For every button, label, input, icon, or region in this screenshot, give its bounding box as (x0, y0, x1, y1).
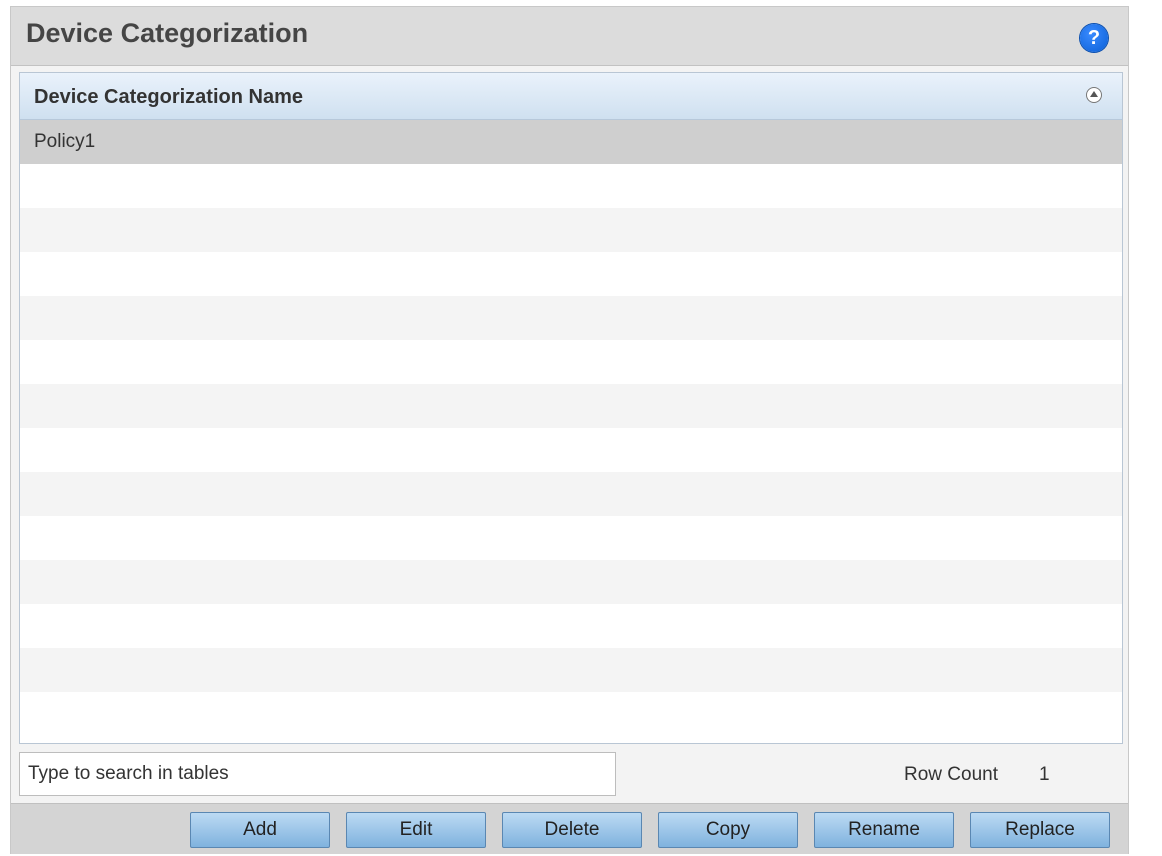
delete-button[interactable]: Delete (502, 812, 642, 848)
table-row[interactable]: Policy1 (20, 120, 1122, 164)
row-count-label: Row Count (904, 764, 998, 785)
table-header: Device Categorization Name (20, 73, 1122, 120)
add-button[interactable]: Add (190, 812, 330, 848)
row-count-value: 1 (1039, 764, 1050, 785)
empty-row (20, 604, 1122, 648)
help-icon[interactable]: ? (1080, 24, 1108, 52)
empty-row (20, 516, 1122, 560)
table-search-input[interactable] (19, 752, 616, 796)
action-button-bar: Add Edit Delete Copy Rename Replace (11, 803, 1128, 854)
table-footer: Row Count 1 (19, 752, 1123, 796)
empty-row (20, 252, 1122, 296)
column-header-name[interactable]: Device Categorization Name (34, 86, 303, 109)
empty-row (20, 164, 1122, 208)
empty-row (20, 296, 1122, 340)
device-categorization-table: Device Categorization Name Policy1 (19, 72, 1123, 744)
panel-header: Device Categorization ? (11, 7, 1128, 66)
empty-row (20, 428, 1122, 472)
empty-row (20, 472, 1122, 516)
empty-row (20, 692, 1122, 736)
replace-button[interactable]: Replace (970, 812, 1110, 848)
copy-button[interactable]: Copy (658, 812, 798, 848)
empty-row (20, 340, 1122, 384)
edit-button[interactable]: Edit (346, 812, 486, 848)
rename-button[interactable]: Rename (814, 812, 954, 848)
device-categorization-panel: Device Categorization ? Device Categoriz… (10, 6, 1129, 854)
page-title: Device Categorization (26, 18, 309, 48)
column-menu-icon[interactable] (1086, 87, 1102, 103)
empty-row (20, 648, 1122, 692)
empty-row (20, 560, 1122, 604)
empty-row (20, 384, 1122, 428)
empty-row (20, 208, 1122, 252)
